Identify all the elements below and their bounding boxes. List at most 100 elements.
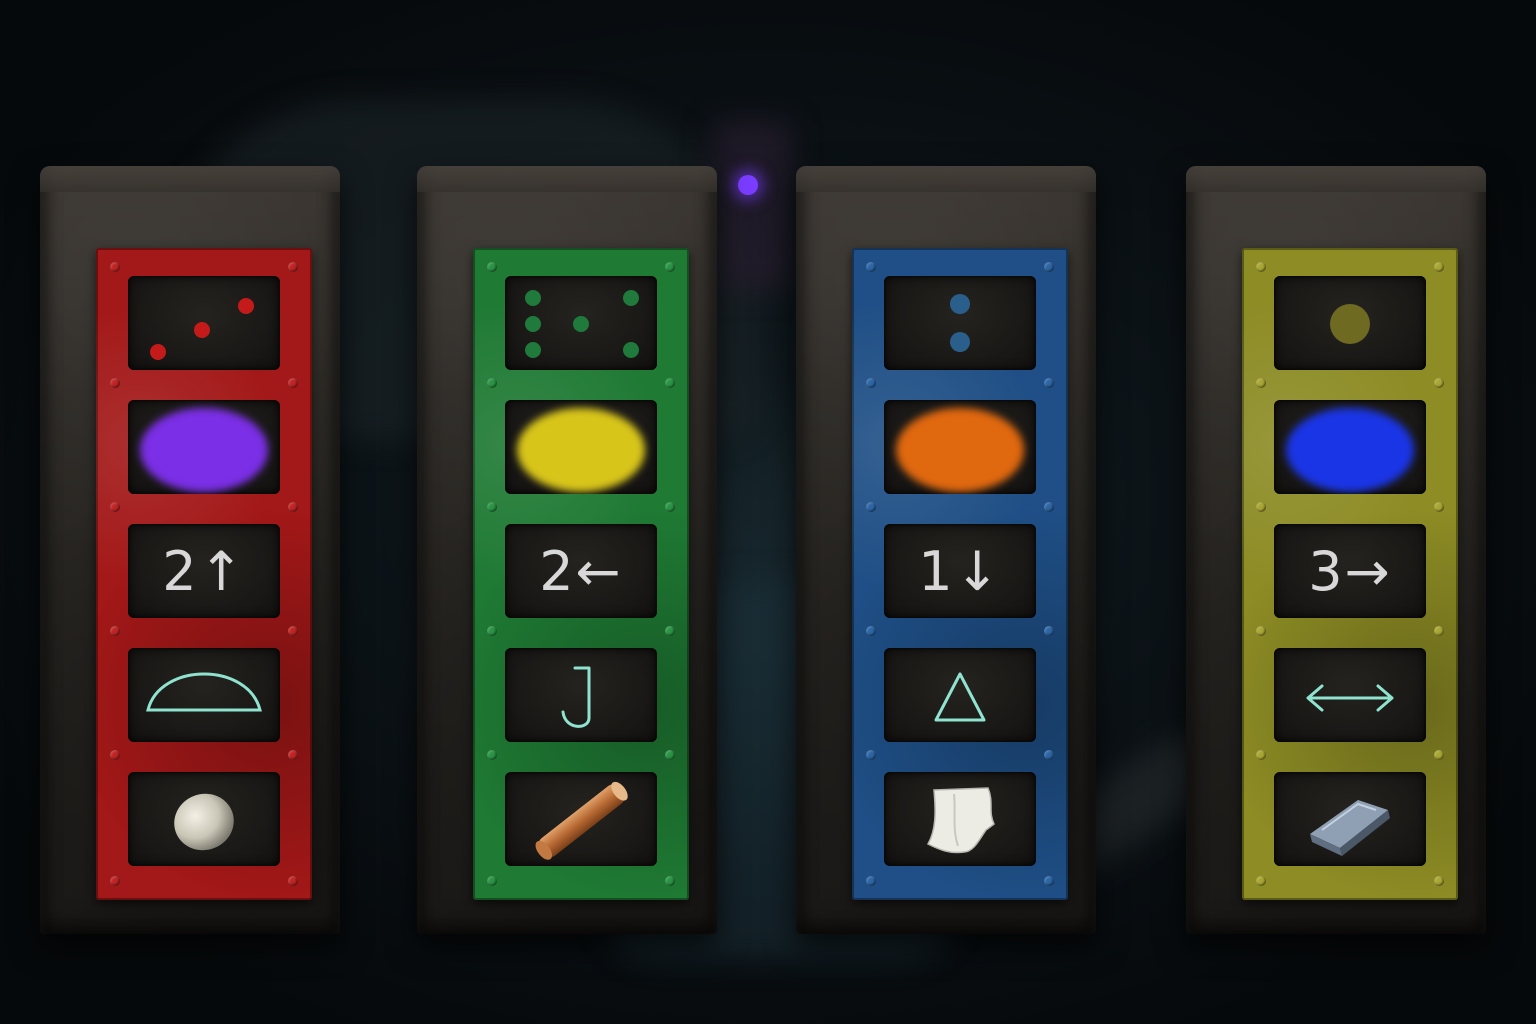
dot [623, 342, 639, 358]
dot [525, 342, 541, 358]
background-purple-light [738, 175, 758, 195]
rivet [1434, 626, 1444, 636]
slot-color[interactable] [1274, 400, 1426, 494]
puzzle-scene: 2↑ 2← 1↓ 3→ [0, 0, 1536, 1024]
j-hook-rune-icon [561, 666, 591, 728]
slot-rune[interactable] [128, 648, 280, 742]
rivet [110, 876, 120, 886]
triangle-rune-icon [934, 672, 986, 722]
rivet [665, 750, 675, 760]
slot-rune[interactable] [884, 648, 1036, 742]
slot-item[interactable] [1274, 772, 1426, 866]
rivet [487, 750, 497, 760]
rivet [487, 262, 497, 272]
rivet [1044, 626, 1054, 636]
cloth-icon [926, 787, 995, 854]
rivet [1256, 750, 1266, 760]
rivet [110, 378, 120, 388]
rivet [1434, 876, 1444, 886]
dot [525, 316, 541, 332]
metal-ingot-icon [1310, 800, 1390, 856]
rivet [110, 502, 120, 512]
slot-dots[interactable] [128, 276, 280, 370]
double-arrow-rune-icon [1306, 684, 1394, 712]
semicircle-rune-icon [146, 672, 262, 712]
dot [623, 290, 639, 306]
dot [150, 344, 166, 360]
pillar-red: 2↑ [40, 166, 340, 934]
rivet [866, 502, 876, 512]
stone-icon [174, 793, 234, 851]
slot-item[interactable] [505, 772, 657, 866]
move-instruction: 3→ [1308, 540, 1392, 603]
dot [1330, 304, 1370, 344]
slot-rune[interactable] [1274, 648, 1426, 742]
rivet [487, 876, 497, 886]
slot-move[interactable]: 3→ [1274, 524, 1426, 618]
move-instruction: 1↓ [918, 540, 1002, 603]
rivet [288, 626, 298, 636]
slot-move[interactable]: 2← [505, 524, 657, 618]
rivet [288, 876, 298, 886]
slot-color[interactable] [505, 400, 657, 494]
rivet [110, 626, 120, 636]
rivet [665, 262, 675, 272]
rivet [487, 378, 497, 388]
slot-item[interactable] [884, 772, 1036, 866]
frame-blue: 1↓ [852, 248, 1068, 900]
rivet [665, 502, 675, 512]
color-swatch-blue [1286, 408, 1414, 492]
dot [950, 294, 970, 314]
frame-yellow: 3→ [1242, 248, 1458, 900]
rivet [1434, 378, 1444, 388]
rivet [1044, 378, 1054, 388]
frame-red: 2↑ [96, 248, 312, 900]
slot-rune[interactable] [505, 648, 657, 742]
rivet [110, 262, 120, 272]
slot-item[interactable] [128, 772, 280, 866]
rivet [665, 876, 675, 886]
slot-dots[interactable] [884, 276, 1036, 370]
rivet [1256, 502, 1266, 512]
wooden-stick-icon [535, 781, 628, 860]
rivet [288, 750, 298, 760]
rivet [1256, 378, 1266, 388]
dot [525, 290, 541, 306]
move-instruction: 2← [539, 540, 623, 603]
slot-dots[interactable] [505, 276, 657, 370]
color-swatch-yellow [517, 408, 645, 492]
rivet [665, 378, 675, 388]
pillar-blue: 1↓ [796, 166, 1096, 934]
rivet [1044, 750, 1054, 760]
rivet [1256, 876, 1266, 886]
slot-move[interactable]: 1↓ [884, 524, 1036, 618]
move-instruction: 2↑ [162, 540, 246, 603]
rivet [1044, 262, 1054, 272]
rivet [1434, 502, 1444, 512]
rivet [665, 626, 675, 636]
rivet [487, 626, 497, 636]
dot [573, 316, 589, 332]
slot-dots[interactable] [1274, 276, 1426, 370]
slot-color[interactable] [884, 400, 1036, 494]
rivet [1434, 750, 1444, 760]
rivet [1044, 876, 1054, 886]
dice-two-icon [950, 294, 970, 352]
rivet [288, 378, 298, 388]
background-doorway [712, 120, 792, 290]
slot-color[interactable] [128, 400, 280, 494]
rivet [487, 502, 497, 512]
rivet [866, 626, 876, 636]
dot [238, 298, 254, 314]
rivet [1256, 262, 1266, 272]
rivet [110, 750, 120, 760]
dice-six-icon [525, 290, 639, 358]
rivet [288, 502, 298, 512]
rivet [288, 262, 298, 272]
rivet [866, 876, 876, 886]
rivet [866, 378, 876, 388]
dice-one-icon [1330, 304, 1370, 344]
slot-move[interactable]: 2↑ [128, 524, 280, 618]
dot [950, 332, 970, 352]
pillar-green: 2← [417, 166, 717, 934]
